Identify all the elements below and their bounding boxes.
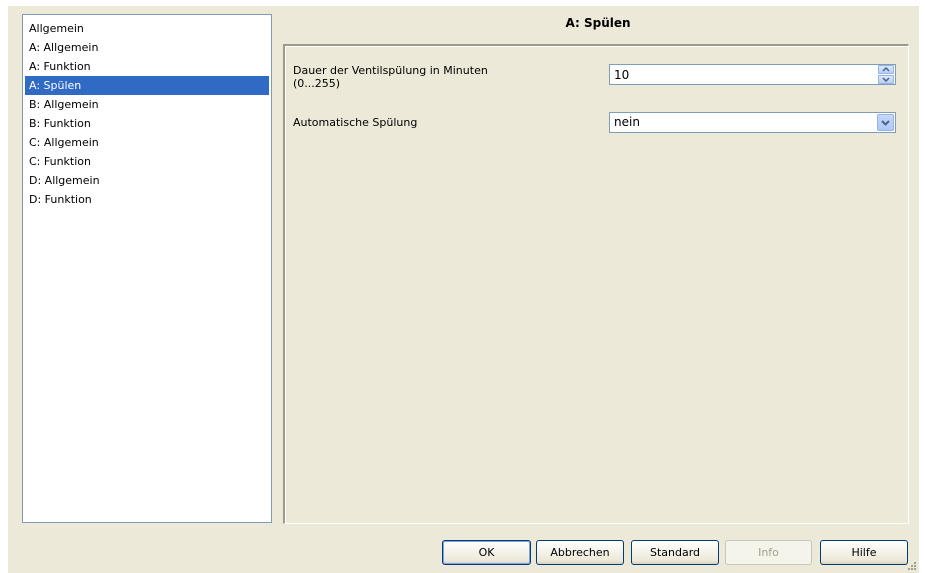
resize-grip-icon[interactable] — [907, 561, 917, 571]
tree-item-c-allgemein[interactable]: C: Allgemein — [25, 133, 269, 152]
parameter-tree[interactable]: Allgemein A: Allgemein A: Funktion A: Sp… — [22, 14, 272, 523]
chevron-up-icon — [882, 67, 890, 72]
ok-button[interactable]: OK — [442, 540, 531, 565]
chevron-down-icon — [882, 77, 890, 82]
page-title: A: Spülen — [565, 16, 631, 30]
spin-up-button[interactable] — [878, 65, 894, 74]
cancel-button[interactable]: Abbrechen — [536, 540, 624, 565]
standard-button[interactable]: Standard — [631, 540, 719, 565]
duration-label: Dauer der Ventilspülung in Minuten (0...… — [293, 64, 593, 90]
parameter-dialog: Allgemein A: Allgemein A: Funktion A: Sp… — [8, 6, 919, 573]
auto-flush-value: nein — [614, 115, 640, 129]
tree-item-a-allgemein[interactable]: A: Allgemein — [25, 38, 269, 57]
duration-label-line1: Dauer der Ventilspülung in Minuten — [293, 64, 488, 77]
info-button: Info — [725, 540, 812, 565]
tree-item-d-allgemein[interactable]: D: Allgemein — [25, 171, 269, 190]
tree-item-allgemein[interactable]: Allgemein — [25, 19, 269, 38]
parameter-panel: Dauer der Ventilspülung in Minuten (0...… — [283, 44, 909, 524]
duration-input[interactable] — [610, 65, 876, 84]
duration-label-line2: (0...255) — [293, 77, 341, 90]
auto-flush-select[interactable]: nein — [609, 112, 896, 133]
spin-down-button[interactable] — [878, 75, 894, 84]
tree-item-d-funktion[interactable]: D: Funktion — [25, 190, 269, 209]
tree-item-a-spuelen[interactable]: A: Spülen — [25, 76, 269, 95]
auto-flush-label: Automatische Spülung — [293, 116, 418, 129]
duration-spinbox[interactable] — [609, 64, 896, 85]
tree-item-a-funktion[interactable]: A: Funktion — [25, 57, 269, 76]
help-button[interactable]: Hilfe — [820, 540, 908, 565]
tree-item-b-funktion[interactable]: B: Funktion — [25, 114, 269, 133]
tree-item-b-allgemein[interactable]: B: Allgemein — [25, 95, 269, 114]
dropdown-button[interactable] — [877, 114, 894, 131]
tree-item-c-funktion[interactable]: C: Funktion — [25, 152, 269, 171]
chevron-down-icon — [881, 119, 890, 126]
